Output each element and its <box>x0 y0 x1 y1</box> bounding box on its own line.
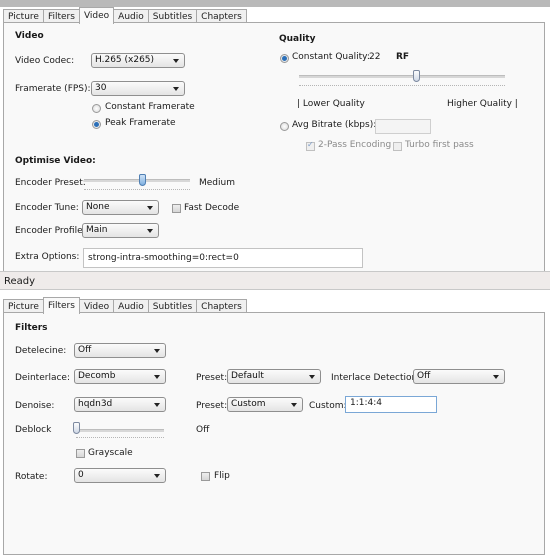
avg-bitrate-label[interactable]: Avg Bitrate (kbps): <box>292 120 376 130</box>
encoder-preset-label: Encoder Preset: <box>15 178 86 188</box>
chevron-down-icon <box>154 403 160 407</box>
rotate-label: Rotate: <box>15 472 48 482</box>
encoder-preset-slider-thumb[interactable] <box>139 174 147 186</box>
fast-decode-checkbox[interactable] <box>172 204 181 213</box>
video-codec-value: H.265 (x265) <box>95 55 155 65</box>
window-top-strip <box>0 0 550 7</box>
interlace-detection-label: Interlace Detection: <box>331 373 421 383</box>
video-tab-panel: Video Video Codec: H.265 (x265) Framerat… <box>3 22 545 272</box>
encoder-profile-select[interactable]: Main <box>82 223 159 238</box>
chevron-down-icon <box>154 474 160 478</box>
deblock-value: Off <box>196 425 210 435</box>
chevron-down-icon <box>173 59 179 63</box>
deinterlace-select[interactable]: Decomb <box>74 369 166 384</box>
detelecine-select[interactable]: Off <box>74 343 166 358</box>
interlace-detection-value: Off <box>417 371 431 381</box>
denoise-preset-value: Custom <box>231 399 266 409</box>
filters-window-tabbar: Picture Filters Video Audio Subtitles Ch… <box>3 297 247 314</box>
chevron-down-icon <box>173 87 179 91</box>
turbo-first-pass-label[interactable]: Turbo first pass <box>405 140 474 150</box>
deinterlace-preset-select[interactable]: Default <box>227 369 321 384</box>
deblock-slider-ticks <box>76 437 164 439</box>
encoder-profile-value: Main <box>86 225 108 235</box>
framerate-label: Framerate (FPS): <box>15 84 91 94</box>
video-window-tabbar: Picture Filters Video Audio Subtitles Ch… <box>3 7 247 24</box>
avg-bitrate-input[interactable] <box>375 119 431 134</box>
detelecine-value: Off <box>78 345 92 355</box>
chevron-down-icon <box>147 229 153 233</box>
chevron-down-icon <box>147 206 153 210</box>
turbo-first-pass-checkbox[interactable] <box>393 142 402 151</box>
two-pass-label[interactable]: 2-Pass Encoding <box>318 140 391 150</box>
denoise-value: hqdn3d <box>78 399 113 409</box>
extra-options-label: Extra Options: <box>15 252 80 262</box>
encoder-tune-value: None <box>86 202 110 212</box>
avg-bitrate-radio[interactable] <box>280 122 289 131</box>
denoise-preset-label: Preset: <box>196 401 228 411</box>
chevron-down-icon <box>309 375 315 379</box>
chevron-down-icon <box>291 403 297 407</box>
deinterlace-label: Deinterlace: <box>15 373 70 383</box>
quality-heading: Quality <box>279 34 316 44</box>
custom-input[interactable]: 1:1:4:4 <box>345 396 437 413</box>
lower-quality-label: | Lower Quality <box>297 99 365 109</box>
quality-slider-thumb[interactable] <box>413 70 421 82</box>
denoise-label: Denoise: <box>15 401 55 411</box>
quality-slider-track[interactable] <box>299 75 505 78</box>
video-heading: Video <box>15 31 44 41</box>
chevron-down-icon <box>154 349 160 353</box>
tab-video[interactable]: Video <box>78 7 115 24</box>
constant-framerate-label[interactable]: Constant Framerate <box>105 102 195 112</box>
constant-quality-radio[interactable] <box>280 54 289 63</box>
denoise-preset-select[interactable]: Custom <box>227 397 303 412</box>
deblock-slider-thumb[interactable] <box>73 422 80 434</box>
two-pass-checkbox[interactable] <box>306 140 315 151</box>
deblock-slider-track[interactable] <box>76 429 164 432</box>
constant-quality-value: 22 <box>369 52 381 62</box>
peak-framerate-radio[interactable] <box>92 120 101 129</box>
grayscale-checkbox[interactable] <box>76 449 85 458</box>
flip-checkbox[interactable] <box>201 472 210 481</box>
grayscale-label[interactable]: Grayscale <box>88 448 133 458</box>
fast-decode-label[interactable]: Fast Decode <box>184 203 239 213</box>
deinterlace-preset-label: Preset: <box>196 373 228 383</box>
quality-slider-ticks <box>299 85 505 87</box>
status-text: Ready <box>4 276 36 287</box>
video-codec-select[interactable]: H.265 (x265) <box>91 53 185 68</box>
filters-tab-panel: Filters Detelecine: Off Deinterlace: Dec… <box>3 312 545 555</box>
encoder-tune-select[interactable]: None <box>82 200 159 215</box>
constant-framerate-radio[interactable] <box>92 104 101 113</box>
rotate-select[interactable]: 0 <box>74 468 166 483</box>
flip-label[interactable]: Flip <box>214 471 230 481</box>
optimise-video-heading: Optimise Video: <box>15 156 96 166</box>
rf-label: RF <box>396 52 410 62</box>
encoder-tune-label: Encoder Tune: <box>15 203 79 213</box>
chevron-down-icon <box>154 375 160 379</box>
custom-label: Custom: <box>309 401 347 411</box>
filters-heading: Filters <box>15 323 48 333</box>
encoder-preset-slider-track[interactable] <box>84 179 190 182</box>
video-codec-label: Video Codec: <box>15 56 75 66</box>
encoder-preset-slider-ticks <box>84 189 190 191</box>
deinterlace-value: Decomb <box>78 371 116 381</box>
encoder-profile-label: Encoder Profile: <box>15 226 86 236</box>
extra-options-input[interactable]: strong-intra-smoothing=0:rect=0 <box>83 248 363 268</box>
deinterlace-preset-value: Default <box>231 371 264 381</box>
framerate-select[interactable]: 30 <box>91 81 185 96</box>
framerate-value: 30 <box>95 83 107 93</box>
detelecine-label: Detelecine: <box>15 346 67 356</box>
constant-quality-label[interactable]: Constant Quality: <box>292 52 370 62</box>
deblock-label: Deblock <box>15 425 52 435</box>
encoder-preset-value: Medium <box>199 178 235 188</box>
denoise-select[interactable]: hqdn3d <box>74 397 166 412</box>
rotate-value: 0 <box>78 470 84 480</box>
interlace-detection-select[interactable]: Off <box>413 369 505 384</box>
higher-quality-label: Higher Quality | <box>447 99 518 109</box>
peak-framerate-label[interactable]: Peak Framerate <box>105 118 176 128</box>
chevron-down-icon <box>493 375 499 379</box>
status-bar: Ready <box>0 271 550 290</box>
tab-filters[interactable]: Filters <box>42 297 80 314</box>
